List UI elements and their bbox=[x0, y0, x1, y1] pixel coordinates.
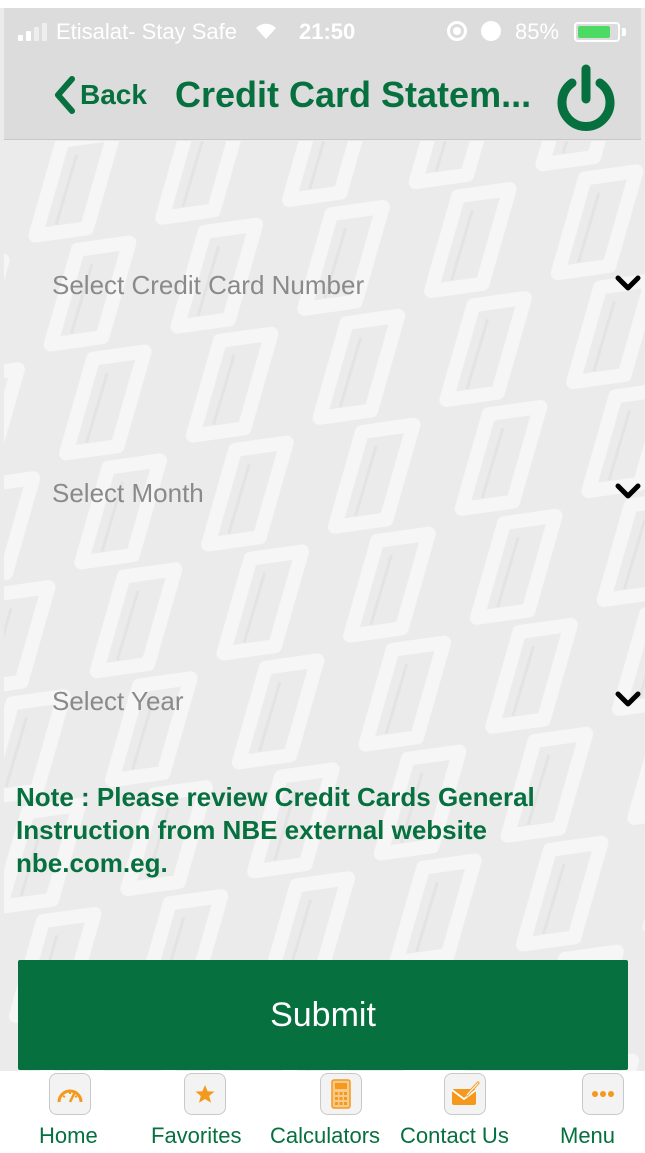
envelope-pen-icon bbox=[444, 1073, 486, 1115]
tab-bar: Home Favorites Calculators Contact Us Me… bbox=[0, 1071, 645, 1153]
credit-card-number-placeholder: Select Credit Card Number bbox=[52, 270, 365, 300]
month-select[interactable]: Select Month bbox=[4, 464, 645, 524]
calculator-icon bbox=[320, 1073, 362, 1115]
year-select[interactable]: Select Year bbox=[4, 672, 645, 732]
credit-card-number-select[interactable]: Select Credit Card Number bbox=[4, 256, 645, 316]
status-bar: Etisalat- Stay Safe 21:50 85% bbox=[4, 8, 641, 54]
year-placeholder: Select Year bbox=[52, 686, 184, 716]
battery-tip bbox=[622, 28, 626, 36]
chevron-down-icon bbox=[615, 483, 641, 499]
star-icon bbox=[184, 1073, 226, 1115]
header: Etisalat- Stay Safe 21:50 85% Back Credi… bbox=[4, 8, 641, 140]
top-edge bbox=[0, 0, 645, 8]
chevron-left-icon bbox=[55, 76, 75, 114]
battery-percentage: 85% bbox=[515, 19, 560, 44]
chevron-down-icon bbox=[615, 691, 641, 707]
back-button[interactable]: Back bbox=[50, 70, 147, 120]
tab-label: Home bbox=[39, 1123, 98, 1148]
month-placeholder: Select Month bbox=[52, 478, 204, 508]
tab-contact-us[interactable]: Contact Us bbox=[398, 1071, 522, 1153]
wifi-icon bbox=[256, 23, 276, 39]
battery-icon bbox=[574, 22, 620, 42]
tab-label: Contact Us bbox=[400, 1123, 509, 1148]
tab-label: Favorites bbox=[151, 1123, 242, 1148]
tab-label: Calculators bbox=[270, 1123, 381, 1148]
instruction-note: Note : Please review Credit Cards Genera… bbox=[16, 782, 535, 878]
signal-icon bbox=[18, 23, 58, 41]
status-time: 21:50 bbox=[299, 19, 356, 44]
tab-favorites[interactable]: Favorites bbox=[150, 1071, 250, 1153]
form-area: Select Credit Card Number Select Month S… bbox=[4, 141, 645, 1071]
more-dots-icon bbox=[582, 1073, 624, 1115]
alarm-icon bbox=[481, 21, 501, 41]
orientation-lock-icon bbox=[447, 21, 467, 41]
tab-menu[interactable]: Menu bbox=[556, 1071, 626, 1153]
back-label: Back bbox=[80, 79, 147, 110]
carrier-name: Etisalat- Stay Safe bbox=[56, 19, 237, 44]
tab-calculators[interactable]: Calculators bbox=[268, 1071, 392, 1153]
chevron-down-icon bbox=[615, 275, 641, 291]
battery-level bbox=[578, 26, 611, 38]
speedometer-icon bbox=[49, 1073, 91, 1115]
power-icon[interactable] bbox=[550, 63, 622, 135]
page-title: Credit Card Statem... bbox=[175, 74, 532, 115]
tab-label: Menu bbox=[560, 1123, 616, 1148]
tab-home[interactable]: Home bbox=[30, 1071, 110, 1153]
submit-button[interactable]: Submit bbox=[18, 960, 628, 1070]
